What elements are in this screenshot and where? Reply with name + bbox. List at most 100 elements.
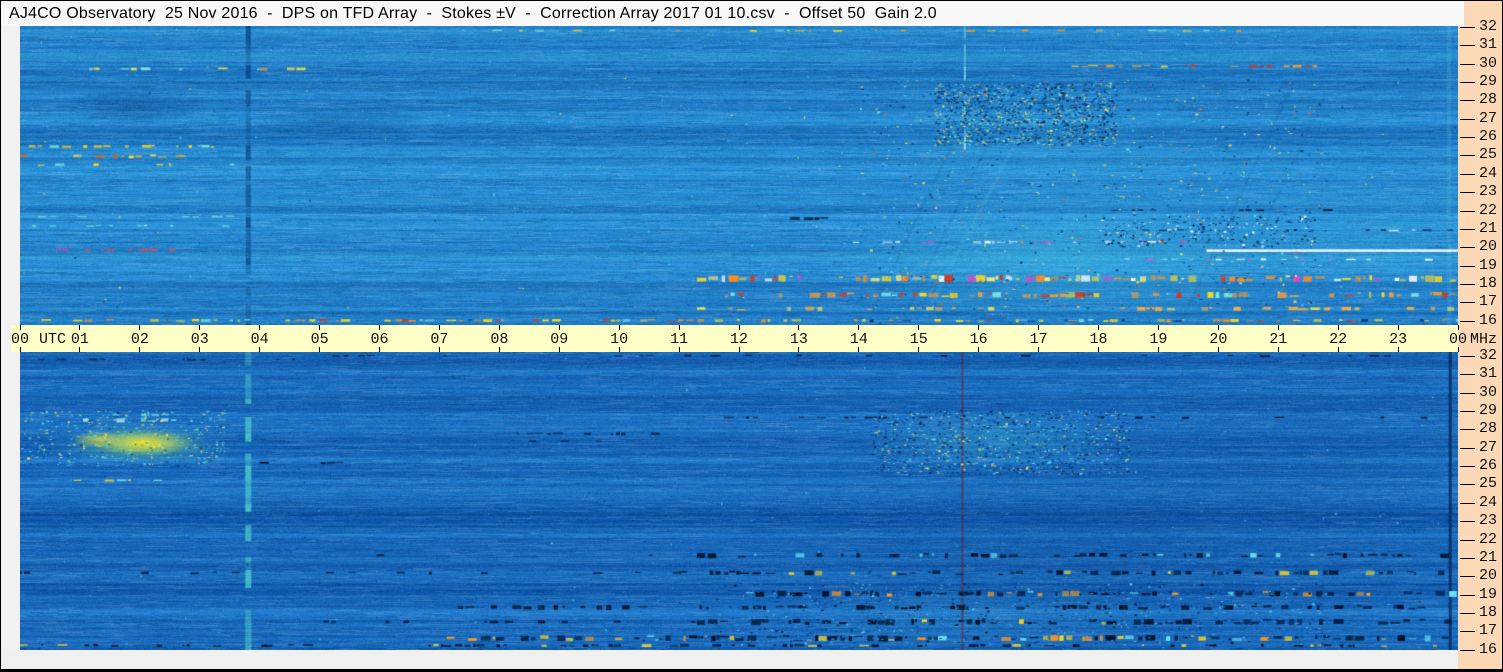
freq-tick	[1460, 356, 1475, 357]
freq-tick-label: 22	[1479, 201, 1498, 219]
freq-tick	[1460, 63, 1475, 65]
time-axis: UTC MHz 00 01 02 03 04 05 06 07 08 09 10 11 12 13 14 15…	[0, 325, 1503, 352]
hour-label: 01	[70, 331, 89, 348]
hour-label: 04	[250, 331, 269, 348]
freq-tick-label: 32	[1479, 18, 1498, 35]
time-tick-top	[1217, 325, 1219, 330]
freq-tick-label: 23	[1479, 183, 1498, 201]
hour-label: 02	[130, 331, 149, 348]
freq-tick-label: 30	[1479, 54, 1498, 72]
time-tick-top	[438, 325, 440, 330]
hour-label: 06	[370, 331, 389, 348]
freq-tick	[1460, 466, 1475, 468]
hour-label: 09	[550, 331, 569, 348]
freq-tick	[1460, 265, 1475, 267]
hour-label: 00	[1448, 331, 1468, 348]
time-tick-top	[79, 325, 81, 330]
time-tick-top	[379, 325, 380, 330]
hour-label: 03	[190, 331, 209, 348]
time-tick-top	[1457, 325, 1459, 330]
bottom-panel-label: Stokes +V (LCP-RCP)	[0, 450, 3, 648]
hour-label: 21	[1269, 331, 1288, 348]
hour-label: 23	[1389, 331, 1408, 348]
freq-tick-label: 17	[1479, 622, 1498, 640]
freq-tick-label: 28	[1479, 420, 1498, 438]
time-tick-top	[319, 325, 321, 330]
freq-tick-label: 20	[1479, 567, 1498, 585]
freq-tick	[1460, 100, 1475, 102]
freq-tick	[1460, 320, 1475, 322]
freq-tick-label: 25	[1479, 146, 1498, 164]
freq-tick	[1460, 557, 1475, 559]
freq-tick-label: 17	[1479, 293, 1498, 311]
spectrograph-viewer-window: AJ4CO Observatory 25 Nov 2016 - DPS on T…	[0, 0, 1503, 672]
freq-tick-label: 21	[1479, 219, 1498, 237]
hour-label: 12	[729, 331, 749, 348]
freq-tick-label: 31	[1479, 36, 1498, 54]
hour-label: 08	[490, 331, 509, 348]
hour-label: 18	[1089, 331, 1108, 348]
hour-label: 16	[969, 331, 988, 348]
time-tick-top	[1098, 325, 1099, 330]
freq-tick	[1460, 539, 1475, 541]
freq-tick-label: 27	[1479, 438, 1498, 456]
time-tick-top	[858, 325, 860, 330]
freq-tick	[1460, 484, 1475, 486]
time-tick-top	[558, 325, 560, 330]
freq-tick-label: 24	[1479, 493, 1498, 511]
time-tick-top	[678, 325, 680, 330]
hour-label: 11	[670, 331, 689, 348]
freq-tick	[1460, 429, 1475, 431]
freq-tick-label: 16	[1479, 640, 1498, 658]
freq-tick	[1460, 283, 1475, 285]
time-tick-top	[978, 325, 980, 330]
freq-tick-label: 19	[1479, 585, 1498, 603]
freq-tick-label: 29	[1479, 402, 1498, 420]
hour-label: 14	[849, 331, 868, 348]
hour-label: 19	[1149, 331, 1168, 348]
freq-tick	[1460, 502, 1475, 504]
freq-tick-label: 23	[1479, 512, 1498, 530]
freq-tick-label: 22	[1479, 530, 1498, 548]
hour-label: 07	[430, 331, 449, 348]
freq-tick-label: 20	[1479, 238, 1498, 256]
freq-tick	[1460, 45, 1475, 47]
freq-tick-label: 30	[1479, 383, 1498, 401]
freq-tick	[1460, 411, 1475, 413]
freq-tick-label: 24	[1479, 164, 1498, 182]
freq-tick	[1460, 302, 1475, 304]
freq-tick	[1460, 210, 1475, 212]
freq-tick-label: 31	[1479, 365, 1498, 383]
freq-tick-label: 25	[1479, 475, 1498, 493]
hour-label: 22	[1329, 331, 1348, 348]
hour-label: 10	[610, 331, 629, 348]
stokes-minus-v-spectrogram	[20, 26, 1458, 325]
freq-tick-label: 28	[1479, 91, 1498, 109]
bottom-margin-strip	[1, 650, 1458, 669]
freq-tick-label: 21	[1479, 548, 1498, 566]
hour-label: 17	[1029, 331, 1048, 348]
hour-label: 00	[10, 331, 30, 348]
freq-tick	[1460, 173, 1475, 175]
time-tick-top	[199, 325, 201, 330]
hour-label: 13	[789, 331, 808, 348]
freq-tick	[1460, 594, 1475, 596]
title-bar: AJ4CO Observatory 25 Nov 2016 - DPS on T…	[1, 1, 1464, 26]
time-tick-top	[498, 325, 500, 330]
freq-tick-label: 18	[1479, 274, 1498, 292]
freq-tick-label: 18	[1479, 603, 1498, 621]
freq-tick	[1460, 631, 1475, 633]
freq-tick	[1460, 192, 1475, 194]
freq-tick-label: 26	[1479, 457, 1498, 475]
freq-tick	[1460, 228, 1475, 230]
time-tick-top	[1157, 325, 1159, 330]
freq-tick	[1460, 155, 1475, 157]
time-tick-top	[139, 325, 141, 330]
stokes-plus-v-spectrogram	[20, 352, 1458, 650]
time-tick-top	[1038, 325, 1040, 330]
freq-tick	[1460, 374, 1475, 376]
freq-tick	[1460, 649, 1475, 651]
freq-tick	[1460, 521, 1475, 523]
mhz-unit-label: MHz	[1470, 331, 1498, 348]
time-tick-top	[918, 325, 920, 330]
